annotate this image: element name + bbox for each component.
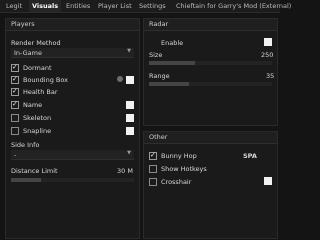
name-label: Name [23,101,43,109]
snapline-checkbox[interactable] [11,127,19,135]
distance-limit-label: Distance Limit [11,167,58,175]
skeleton-checkbox[interactable] [11,114,19,122]
tab-legit[interactable]: Legit [6,0,22,12]
crosshair-label: Crosshair [161,178,192,186]
bounding-box-color-swatch[interactable] [126,76,134,84]
show-hotkeys-label: Show Hotkeys [161,165,207,173]
health-bar-label: Health Bar [23,88,58,96]
show-hotkeys-checkbox[interactable] [149,165,157,173]
dormant-checkbox[interactable] [11,63,19,72]
skeleton-color-swatch[interactable] [126,114,134,122]
players-panel: Players Render Method In-Game ▼ Dormant … [5,18,140,239]
radar-size-value: 250 [261,51,274,59]
render-method-value: In-Game [14,49,42,57]
skeleton-label: Skeleton [23,114,52,122]
name-color-swatch[interactable] [126,101,134,109]
chevron-down-icon: ▼ [127,48,131,54]
radar-size-slider[interactable] [149,61,272,65]
radar-range-value: 35 [266,72,275,80]
bunny-hop-mode[interactable]: SPA [243,152,257,160]
render-method-select[interactable]: In-Game ▼ [11,48,134,58]
chevron-down-icon: ▼ [127,150,131,156]
radar-size-label: Size [149,51,163,59]
distance-limit-slider-fill [11,178,41,182]
crosshair-color-swatch[interactable] [264,177,272,185]
radar-panel: Radar Enable Size 250 Range 35 [143,18,278,126]
crosshair-checkbox[interactable] [149,178,157,186]
other-panel-title: Other [144,132,277,144]
bunny-hop-label: Bunny Hop [161,152,197,160]
dormant-label: Dormant [23,64,52,72]
side-info-value: - [14,151,17,159]
radar-range-slider-fill [149,82,189,86]
bunny-hop-checkbox[interactable] [149,151,157,160]
radar-panel-title: Radar [144,19,277,31]
snapline-color-swatch[interactable] [126,127,134,135]
tab-about[interactable]: Chieftain for Garry's Mod (External) [176,0,291,12]
radar-range-label: Range [149,72,170,80]
side-info-select[interactable]: - ▼ [11,150,134,160]
distance-limit-value: 30 M [117,167,133,175]
bounding-box-checkbox[interactable] [11,75,19,84]
distance-limit-slider[interactable] [11,178,134,182]
snapline-label: Snapline [23,127,52,135]
tab-entities[interactable]: Entities [66,0,90,12]
tab-bar: Legit Visuals Entities Player List Setti… [0,0,291,13]
name-checkbox[interactable] [11,100,19,109]
tab-visuals[interactable]: Visuals [29,0,62,12]
color-picker-icon[interactable] [117,76,123,82]
tab-player-list[interactable]: Player List [98,0,132,12]
radar-range-slider[interactable] [149,82,272,86]
health-bar-checkbox[interactable] [11,87,19,96]
radar-enable-label: Enable [161,39,184,47]
render-method-label: Render Method [11,39,61,47]
other-panel: Other Bunny Hop SPA Show Hotkeys Crossha… [143,131,278,239]
bounding-box-label: Bounding Box [23,76,69,84]
radar-enable-checkbox[interactable] [264,38,272,46]
radar-size-slider-fill [149,61,195,65]
players-panel-title: Players [6,19,139,31]
tab-settings[interactable]: Settings [139,0,166,12]
side-info-label: Side Info [11,141,40,149]
